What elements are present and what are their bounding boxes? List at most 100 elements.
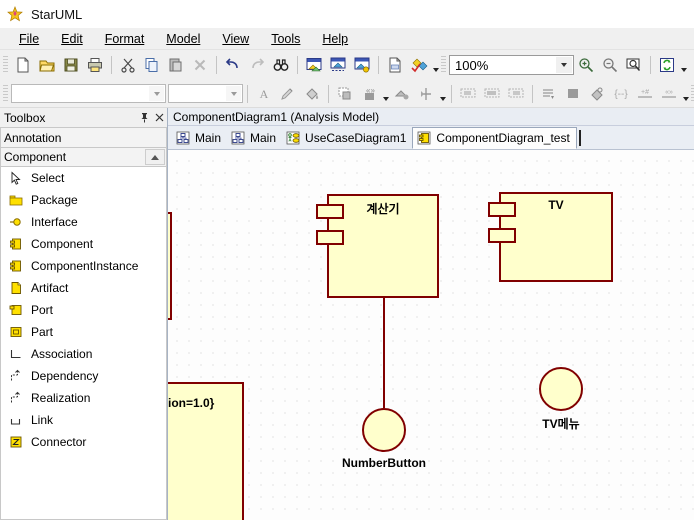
menu-edit[interactable]: Edit bbox=[50, 30, 94, 48]
tab-main-1[interactable]: Main bbox=[172, 127, 227, 149]
font-size-combobox[interactable] bbox=[168, 84, 243, 103]
cut-scissors-icon[interactable] bbox=[116, 53, 140, 77]
print-icon[interactable] bbox=[83, 53, 107, 77]
attribute-dropdown-caret[interactable] bbox=[681, 82, 690, 106]
toolbox-item-artifact[interactable]: Artifact bbox=[1, 277, 166, 299]
diagram-properties-icon[interactable] bbox=[350, 53, 374, 77]
tab-componentdiagram-test[interactable]: ComponentDiagram_test bbox=[412, 126, 577, 149]
font-size-caret[interactable] bbox=[226, 86, 241, 101]
save-disk-icon[interactable] bbox=[59, 53, 83, 77]
align-right-icon[interactable] bbox=[504, 82, 528, 106]
close-icon[interactable] bbox=[152, 110, 167, 125]
stereotype-icon[interactable]: «» bbox=[357, 82, 381, 106]
toolbox-item-component[interactable]: Component bbox=[1, 233, 166, 255]
zoom-fit-icon[interactable] bbox=[622, 53, 646, 77]
interface-numberbutton-label: NumberButton bbox=[342, 456, 426, 470]
component-calculator[interactable]: 계산기 bbox=[316, 194, 439, 298]
document-icon[interactable] bbox=[383, 53, 407, 77]
pin-icon[interactable] bbox=[137, 110, 152, 125]
undo-arrow-icon[interactable] bbox=[221, 53, 245, 77]
bring-to-front-icon[interactable] bbox=[561, 82, 585, 106]
clipped-shape-left[interactable] bbox=[168, 212, 172, 320]
toolbox-item-part[interactable]: Part bbox=[1, 321, 166, 343]
line-style-icon[interactable] bbox=[390, 82, 414, 106]
star-icon bbox=[7, 6, 23, 22]
font-name-caret[interactable] bbox=[149, 86, 164, 101]
toolbox-item-port[interactable]: Port bbox=[1, 299, 166, 321]
shadow-icon[interactable] bbox=[333, 82, 357, 106]
paste-icon[interactable] bbox=[164, 53, 188, 77]
font-color-icon[interactable]: A bbox=[252, 82, 276, 106]
align-left-icon[interactable] bbox=[456, 82, 480, 106]
stereotype-dropdown-caret[interactable] bbox=[381, 82, 390, 106]
zoom-out-icon[interactable] bbox=[598, 53, 622, 77]
fill-color-icon[interactable] bbox=[300, 82, 324, 106]
braces-icon[interactable]: {--} bbox=[609, 82, 633, 106]
delete-x-icon[interactable] bbox=[188, 53, 212, 77]
toolbox-scroll-up-button[interactable] bbox=[145, 149, 165, 165]
toolbox-item-dependency[interactable]: Dependency bbox=[1, 365, 166, 387]
zoom-in-icon[interactable] bbox=[574, 53, 598, 77]
align-center-icon[interactable] bbox=[480, 82, 504, 106]
menu-tools[interactable]: Tools bbox=[260, 30, 311, 48]
interface-tvmenu-circle[interactable] bbox=[539, 367, 583, 411]
toolbox-item-association[interactable]: Association bbox=[1, 343, 166, 365]
toolbox-item-realization[interactable]: Realization bbox=[1, 387, 166, 409]
menu-format[interactable]: Format bbox=[94, 30, 156, 48]
zoom-dropdown-caret[interactable] bbox=[556, 57, 572, 73]
tab-usecasediagram1[interactable]: UseCaseDiagram1 bbox=[282, 127, 412, 149]
verify-dropdown-caret[interactable] bbox=[431, 53, 440, 77]
diagram-align-icon[interactable] bbox=[326, 53, 350, 77]
diagram-canvas[interactable]: ion=1.0} 계산기 TV NumberButton TV메뉴 bbox=[168, 150, 694, 520]
realization-arrow-icon bbox=[7, 389, 25, 407]
toolbox-group-component[interactable]: Component bbox=[0, 147, 167, 167]
svg-text:+#: +# bbox=[641, 89, 649, 96]
tab-usecasediagram1-label: UseCaseDiagram1 bbox=[305, 130, 407, 145]
format-toolbar-grip[interactable] bbox=[3, 84, 8, 103]
refresh-icon[interactable] bbox=[655, 53, 679, 77]
verify-check-icon[interactable] bbox=[407, 53, 431, 77]
connector-calculator-numberbutton[interactable] bbox=[383, 298, 385, 408]
version-note-clipped[interactable]: ion=1.0} bbox=[168, 382, 244, 520]
refresh-dropdown-caret[interactable] bbox=[679, 53, 688, 77]
interface-tvmenu[interactable]: TV메뉴 bbox=[539, 367, 583, 431]
open-folder-icon[interactable] bbox=[35, 53, 59, 77]
tab-main-2[interactable]: Main bbox=[227, 127, 282, 149]
title-bar: StarUML bbox=[0, 0, 694, 28]
toolbox-item-connector[interactable]: Connector bbox=[1, 431, 166, 453]
part-icon bbox=[7, 323, 25, 341]
toolbox-group-annotation[interactable]: Annotation bbox=[0, 127, 167, 147]
send-to-back-icon[interactable] bbox=[537, 82, 561, 106]
interface-numberbutton[interactable]: NumberButton bbox=[342, 408, 426, 470]
component-tv-body[interactable]: TV bbox=[499, 192, 613, 282]
menu-help[interactable]: Help bbox=[311, 30, 359, 48]
add-operation-icon[interactable]: «» bbox=[657, 82, 681, 106]
toolbar-grip[interactable] bbox=[3, 56, 8, 74]
line-arrange-icon[interactable] bbox=[414, 82, 438, 106]
find-binoculars-icon[interactable] bbox=[269, 53, 293, 77]
toolbox-item-componentinstance[interactable]: ComponentInstance bbox=[1, 255, 166, 277]
component-icon bbox=[7, 235, 25, 253]
toolbox-item-select[interactable]: Select bbox=[1, 167, 166, 189]
toolbox-item-interface[interactable]: Interface bbox=[1, 211, 166, 233]
zoom-group-grip[interactable] bbox=[441, 56, 446, 74]
new-file-icon[interactable] bbox=[11, 53, 35, 77]
menu-view[interactable]: View bbox=[211, 30, 260, 48]
class-diagram-icon bbox=[175, 130, 191, 146]
menu-file[interactable]: File bbox=[8, 30, 50, 48]
zoom-level-combobox[interactable]: 100% bbox=[449, 55, 574, 75]
component-tv[interactable]: TV bbox=[488, 192, 613, 282]
add-attribute-icon[interactable]: +# bbox=[633, 82, 657, 106]
line-arrange-caret[interactable] bbox=[438, 82, 447, 106]
copy-icon[interactable] bbox=[140, 53, 164, 77]
group-icon[interactable] bbox=[585, 82, 609, 106]
font-name-combobox[interactable] bbox=[11, 84, 166, 103]
toolbox-item-link[interactable]: Link bbox=[1, 409, 166, 431]
redo-arrow-icon[interactable] bbox=[245, 53, 269, 77]
diagram-layers-icon[interactable] bbox=[302, 53, 326, 77]
interface-numberbutton-circle[interactable] bbox=[362, 408, 406, 452]
toolbox-item-artifact-label: Artifact bbox=[31, 281, 69, 295]
toolbox-item-package[interactable]: Package bbox=[1, 189, 166, 211]
line-color-icon[interactable] bbox=[276, 82, 300, 106]
menu-model[interactable]: Model bbox=[155, 30, 211, 48]
